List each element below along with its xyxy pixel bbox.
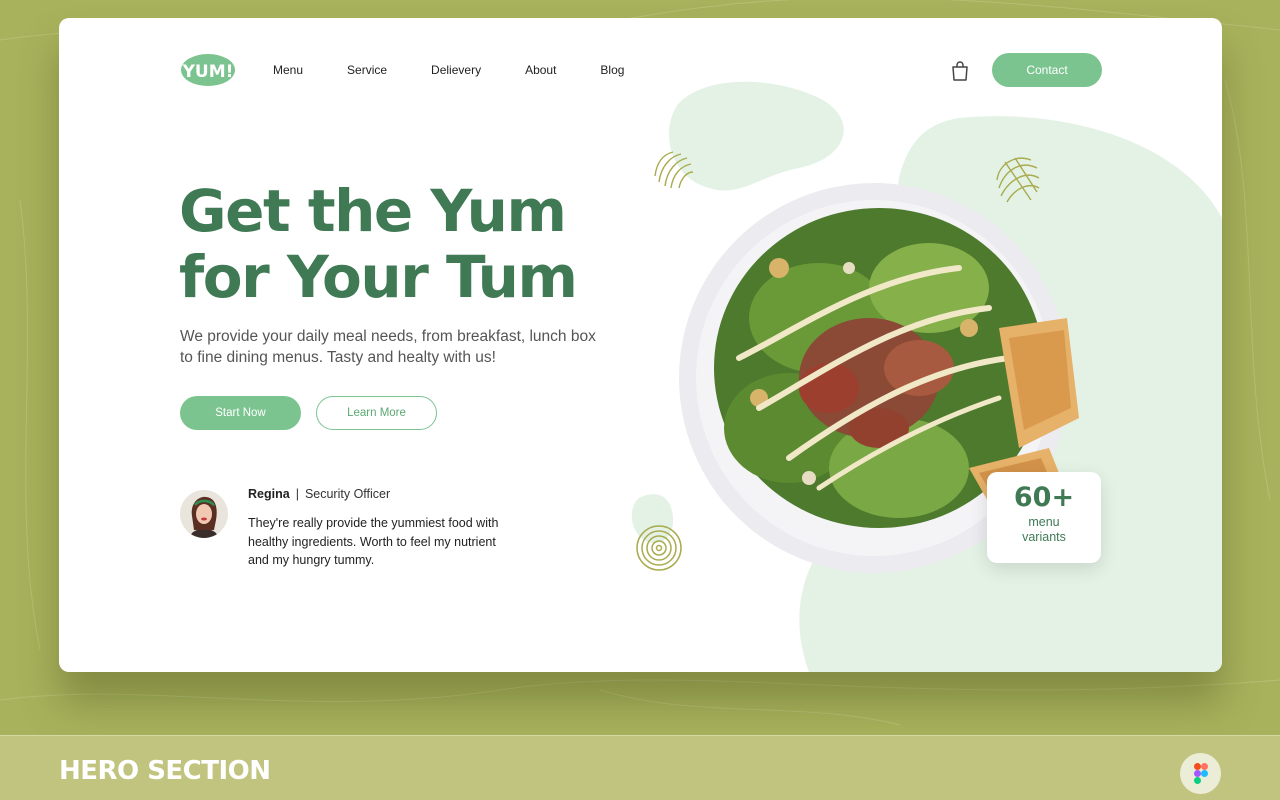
hero-headline: Get the Yum for Your Tum	[179, 178, 639, 310]
nav-item-about[interactable]: About	[525, 62, 556, 78]
stat-label: menu variants	[1022, 515, 1066, 544]
headline-line-1: Get the Yum	[179, 177, 567, 245]
nav-item-delivery[interactable]: Delievery	[431, 62, 481, 78]
start-now-button[interactable]: Start Now	[180, 396, 301, 430]
testimonial-role: Security Officer	[304, 487, 391, 501]
menu-variants-card: 60+ menu variants	[987, 472, 1101, 563]
section-footer: HERO SECTION	[0, 735, 1280, 800]
hero-card: YUM! Menu Service Delievery About Blog C…	[59, 18, 1222, 672]
figma-logo-icon	[1193, 763, 1208, 784]
hero-subtext: We provide your daily meal needs, from b…	[180, 328, 596, 366]
stat-number: 60+	[1013, 482, 1075, 513]
section-title: HERO SECTION	[59, 756, 271, 786]
yum-logo[interactable]: YUM!	[180, 53, 236, 87]
svg-text:YUM!: YUM!	[182, 62, 234, 82]
figma-icon[interactable]	[1180, 753, 1221, 794]
headline-line-2: for Your Tum	[179, 243, 578, 311]
testimonial-quote: They're really provide the yummiest food…	[248, 516, 499, 567]
testimonial-name: Regina	[248, 487, 290, 501]
testimonial-author: Regina | Security Officer	[248, 487, 390, 501]
testimonial-separator: |	[295, 487, 299, 501]
nav-item-service[interactable]: Service	[347, 62, 387, 78]
shopping-bag-icon[interactable]	[950, 60, 970, 82]
main-nav: Menu Service Delievery About Blog	[273, 62, 668, 78]
avatar	[180, 490, 228, 538]
contact-button[interactable]: Contact	[992, 53, 1102, 87]
learn-more-button[interactable]: Learn More	[316, 396, 437, 430]
nav-item-blog[interactable]: Blog	[600, 62, 624, 78]
nav-item-menu[interactable]: Menu	[273, 62, 303, 78]
